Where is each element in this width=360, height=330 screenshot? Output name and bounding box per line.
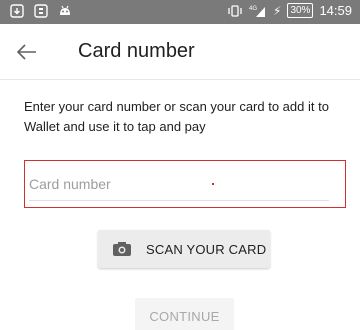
download-icon: [10, 4, 24, 18]
continue-button[interactable]: CONTINUE: [135, 298, 234, 330]
arrow-back-icon[interactable]: [14, 42, 38, 62]
signal-4g-icon: 4G: [249, 6, 265, 17]
card-number-field[interactable]: [24, 160, 346, 208]
charging-icon: ⚡: [273, 3, 282, 18]
status-bar-right: 4G ⚡ 30% 14:59: [227, 3, 352, 18]
page-title: Card number: [78, 40, 195, 62]
battery-level: 30%: [287, 3, 314, 18]
camera-icon: [113, 242, 131, 256]
notification-icon: [34, 4, 48, 18]
card-number-input[interactable]: [29, 172, 329, 196]
scan-card-button[interactable]: SCAN YOUR CARD: [98, 230, 270, 268]
status-bar: 4G ⚡ 30% 14:59: [0, 0, 360, 24]
scan-card-label: SCAN YOUR CARD: [146, 241, 267, 257]
input-underline: [29, 200, 329, 201]
svg-text:4G: 4G: [249, 6, 257, 12]
status-bar-left: [10, 4, 72, 18]
status-time: 14:59: [319, 3, 352, 18]
description-text: Enter your card number or scan your card…: [24, 99, 329, 134]
vibrate-icon: [228, 4, 242, 17]
app-bar: Card number: [0, 24, 360, 80]
text-cursor: [212, 183, 214, 185]
android-icon: [60, 5, 70, 15]
